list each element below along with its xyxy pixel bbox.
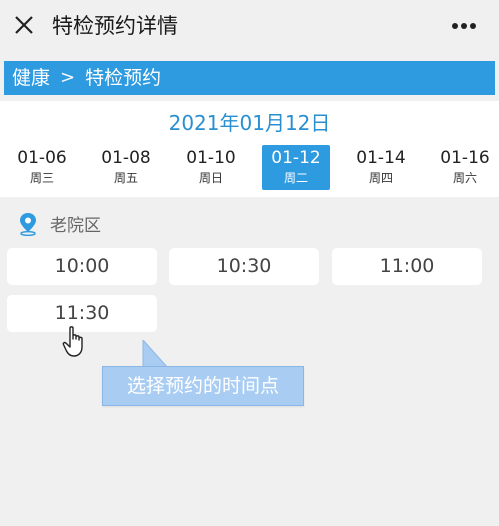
- day-date: 01-08: [101, 148, 151, 168]
- day-weekday: 周二: [283, 171, 308, 185]
- day-weekday: 周六: [452, 171, 477, 185]
- more-options-icon[interactable]: [451, 22, 477, 30]
- day-tab[interactable]: 01-08 周五: [92, 145, 160, 190]
- day-tab[interactable]: 01-10 周日: [177, 145, 245, 190]
- breadcrumb: 健康 > 特检预约: [4, 61, 495, 95]
- day-weekday: 周三: [29, 171, 54, 185]
- time-slot-button[interactable]: 10:30: [169, 248, 319, 285]
- day-weekday: 周日: [198, 171, 223, 185]
- breadcrumb-root[interactable]: 健康: [4, 61, 50, 95]
- day-weekday: 周四: [368, 171, 393, 185]
- page-title: 特检预约详情: [52, 14, 178, 38]
- close-icon[interactable]: [13, 14, 35, 36]
- tooltip-pointer-icon: [142, 340, 169, 368]
- day-date: 01-14: [356, 148, 406, 168]
- day-tab[interactable]: 01-14 周四: [347, 145, 415, 190]
- time-slot-button[interactable]: 10:00: [7, 248, 157, 285]
- location-row: 老院区: [18, 211, 101, 236]
- day-date: 01-06: [17, 148, 67, 168]
- day-tab[interactable]: 01-16 周六: [431, 145, 499, 190]
- breadcrumb-current: 特检预约: [85, 67, 162, 89]
- day-date: 01-16: [440, 148, 490, 168]
- day-date: 01-10: [186, 148, 236, 168]
- date-panel: 2021年01月12日 01-06 周三 01-08 周五 01-10 周日 0…: [0, 101, 499, 197]
- hint-tooltip: 选择预约的时间点: [102, 366, 304, 406]
- selected-date-title: 2021年01月12日: [168, 111, 331, 135]
- top-bar: 特检预约详情: [0, 0, 499, 54]
- location-label: 老院区: [50, 216, 101, 236]
- day-tab[interactable]: 01-06 周三: [8, 145, 76, 190]
- location-pin-icon: [20, 212, 36, 236]
- day-weekday: 周五: [113, 171, 138, 185]
- day-date: 01-12: [271, 148, 321, 168]
- time-slot-button[interactable]: 11:00: [332, 248, 482, 285]
- hand-pointer-icon: [62, 326, 83, 357]
- breadcrumb-separator-icon: >: [60, 67, 76, 88]
- day-tab-selected[interactable]: 01-12 周二: [262, 145, 330, 190]
